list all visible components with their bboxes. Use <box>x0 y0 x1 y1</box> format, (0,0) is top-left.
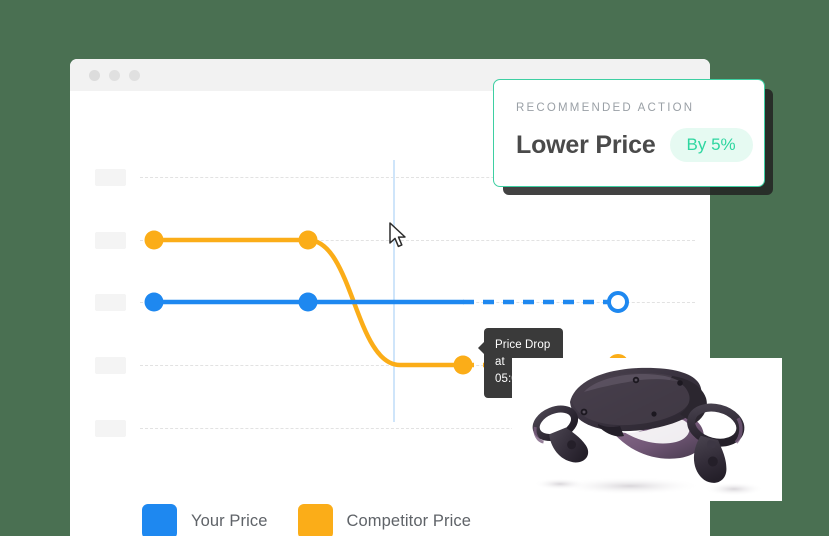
legend-label-your-price: Your Price <box>191 512 268 530</box>
competitor-point-1[interactable] <box>144 230 164 250</box>
screenshot-stage: Price Drop at 05:00pm Your Price Competi… <box>0 0 829 536</box>
tooltip-line-1: Price Drop <box>495 339 551 351</box>
your-price-point-2[interactable] <box>298 292 318 312</box>
close-dot-icon[interactable] <box>89 70 100 81</box>
legend-item-your-price[interactable]: Your Price <box>142 504 268 536</box>
legend-swatch-your-price <box>142 504 177 536</box>
legend-swatch-competitor-price <box>297 504 333 536</box>
product-image-card <box>512 358 782 501</box>
legend-label-competitor-price: Competitor Price <box>346 512 471 530</box>
traffic-light-dots <box>89 70 140 81</box>
your-price-point-1[interactable] <box>144 292 164 312</box>
recommended-action-row: Lower Price By 5% <box>516 128 753 162</box>
recommended-action-title: Lower Price <box>516 130 656 159</box>
minimize-dot-icon[interactable] <box>109 70 120 81</box>
legend-item-competitor-price[interactable]: Competitor Price <box>297 504 471 536</box>
recommended-action-pill: By 5% <box>669 128 753 162</box>
competitor-point-2[interactable] <box>298 230 318 250</box>
your-price-point-projected[interactable] <box>607 291 629 313</box>
chart-legend: Your Price Competitor Price <box>142 504 471 536</box>
mouse-cursor-icon <box>389 222 406 248</box>
competitor-point-3[interactable] <box>453 355 473 375</box>
maximize-dot-icon[interactable] <box>129 70 140 81</box>
recommended-action-card: RECOMMENDED ACTION Lower Price By 5% <box>493 79 765 187</box>
vr-headset-image <box>532 367 764 496</box>
tooltip-arrow-icon <box>478 341 485 355</box>
recommended-action-eyebrow: RECOMMENDED ACTION <box>516 102 695 114</box>
